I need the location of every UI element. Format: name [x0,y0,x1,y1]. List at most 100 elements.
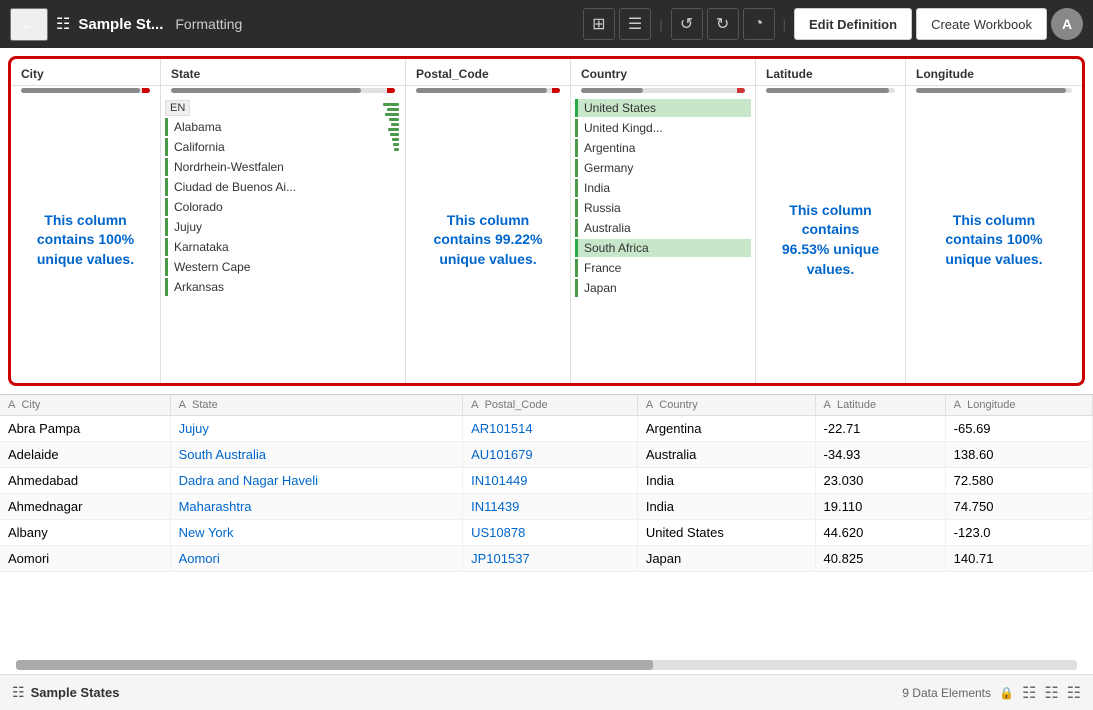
list-item: Ciudad de Buenos Ai... [165,178,379,196]
bottom-bar-left: ☷ Sample States [12,684,894,701]
postal-unique-text: This columncontains 99.22%unique values. [406,97,570,383]
cell-state: Jujuy [170,416,463,442]
table-row: AomoriAomoriJP101537Japan40.825140.71 [0,546,1093,572]
cell-city: Ahmednagar [0,494,170,520]
col-header-longitude[interactable]: A Longitude [945,395,1092,416]
postal-bar [406,86,570,97]
cell-longitude: 138.60 [945,442,1092,468]
country-bar [571,86,755,97]
list-view-button[interactable]: ☰ [619,8,651,40]
list-item: Argentina [575,139,751,157]
cell-city: Aomori [0,546,170,572]
city-column: City This columncontains 100%unique valu… [11,59,161,383]
toolbar-icons: ⊞ ☰ | ↺ ↻ ◔ | Edit Definition Create Wor… [583,8,1083,40]
data-table-area: A City A State A Postal_Code A Country A… [0,394,1093,656]
list-item: Japan [575,279,751,297]
cell-country: Australia [637,442,815,468]
latitude-bar [756,86,905,97]
list-item: United Kingd... [575,119,751,137]
state-column: State EN Alabama California Nordrhein-We… [161,59,406,383]
state-header: State [161,59,405,86]
table-row: AhmedabadDadra and Nagar HaveliIN101449I… [0,468,1093,494]
list-item: Arkansas [165,278,379,296]
data-table: A City A State A Postal_Code A Country A… [0,395,1093,572]
grid-view-button[interactable]: ⊞ [583,8,615,40]
edit-definition-button[interactable]: Edit Definition [794,8,912,40]
cell-city: Ahmedabad [0,468,170,494]
doc-icon: ☷ [56,14,70,34]
cell-country: Argentina [637,416,815,442]
cell-longitude: -65.69 [945,416,1092,442]
table-row: AlbanyNew YorkUS10878United States44.620… [0,520,1093,546]
col-header-latitude[interactable]: A Latitude [815,395,945,416]
grid-icon-bottom: ☷ [1022,683,1036,703]
cell-postal: US10878 [463,520,638,546]
state-bar [161,86,405,97]
cell-longitude: 140.71 [945,546,1092,572]
create-workbook-button[interactable]: Create Workbook [916,8,1047,40]
list-item: Australia [575,219,751,237]
en-tag: EN [165,100,190,116]
cell-state: Dadra and Nagar Haveli [170,468,463,494]
list-item: Karnataka [165,238,379,256]
cell-city: Albany [0,520,170,546]
undo-button[interactable]: ↺ [671,8,703,40]
bottom-bar-right: 9 Data Elements 🔒 ☷ ☷ ☷ [902,683,1081,703]
cell-state: South Australia [170,442,463,468]
list-item: Nordrhein-Westfalen [165,158,379,176]
profile-panel: City This columncontains 100%unique valu… [8,56,1085,386]
latitude-column: Latitude This columncontains96.53% uniqu… [756,59,906,383]
sync-button[interactable]: ◔ [743,8,775,40]
longitude-column: Longitude This columncontains 100%unique… [906,59,1082,383]
cell-state: Aomori [170,546,463,572]
user-avatar[interactable]: A [1051,8,1083,40]
cell-latitude: 40.825 [815,546,945,572]
list-item: Jujuy [165,218,379,236]
country-list: United States United Kingd... Argentina … [575,99,751,297]
list-item: South Africa [575,239,751,257]
col-header-city[interactable]: A City [0,395,170,416]
cell-latitude: -34.93 [815,442,945,468]
expand-icon: ☷ [1067,683,1081,703]
col-header-country[interactable]: A Country [637,395,815,416]
cell-country: United States [637,520,815,546]
cell-postal: AR101514 [463,416,638,442]
cell-latitude: -22.71 [815,416,945,442]
col-header-state[interactable]: A State [170,395,463,416]
table-row: AdelaideSouth AustraliaAU101679Australia… [0,442,1093,468]
cell-postal: JP101537 [463,546,638,572]
cell-country: Japan [637,546,815,572]
lock-icon: 🔒 [999,686,1014,700]
table-row: Abra PampaJujuyAR101514Argentina-22.71-6… [0,416,1093,442]
horizontal-scrollbar-area[interactable] [0,656,1093,674]
cell-latitude: 23.030 [815,468,945,494]
col-header-postal[interactable]: A Postal_Code [463,395,638,416]
back-button[interactable]: ← [10,8,48,41]
redo-button[interactable]: ↻ [707,8,739,40]
cell-longitude: 74.750 [945,494,1092,520]
list-item: India [575,179,751,197]
save-icon: ☷ [1044,683,1058,703]
city-unique-text: This columncontains 100%unique values. [11,97,160,383]
bottom-bar: ☷ Sample States 9 Data Elements 🔒 ☷ ☷ ☷ [0,674,1093,710]
list-item: Russia [575,199,751,217]
table-header-row: A City A State A Postal_Code A Country A… [0,395,1093,416]
main-content: City This columncontains 100%unique valu… [0,48,1093,674]
cell-longitude: -123.0 [945,520,1092,546]
state-list: Alabama California Nordrhein-Westfalen C… [165,118,379,296]
cell-longitude: 72.580 [945,468,1092,494]
sheet-icon: ☷ [12,684,25,701]
formatting-label: Formatting [175,16,242,32]
postal-column: Postal_Code This columncontains 99.22%un… [406,59,571,383]
list-item: California [165,138,379,156]
data-elements-label: 9 Data Elements [902,686,991,700]
cell-postal: AU101679 [463,442,638,468]
list-item: France [575,259,751,277]
latitude-header: Latitude [756,59,905,86]
state-sparkline [379,99,401,381]
cell-city: Abra Pampa [0,416,170,442]
city-bar [11,86,160,97]
list-item: Alabama [165,118,379,136]
sheet-name: Sample States [31,685,120,700]
cell-country: India [637,468,815,494]
